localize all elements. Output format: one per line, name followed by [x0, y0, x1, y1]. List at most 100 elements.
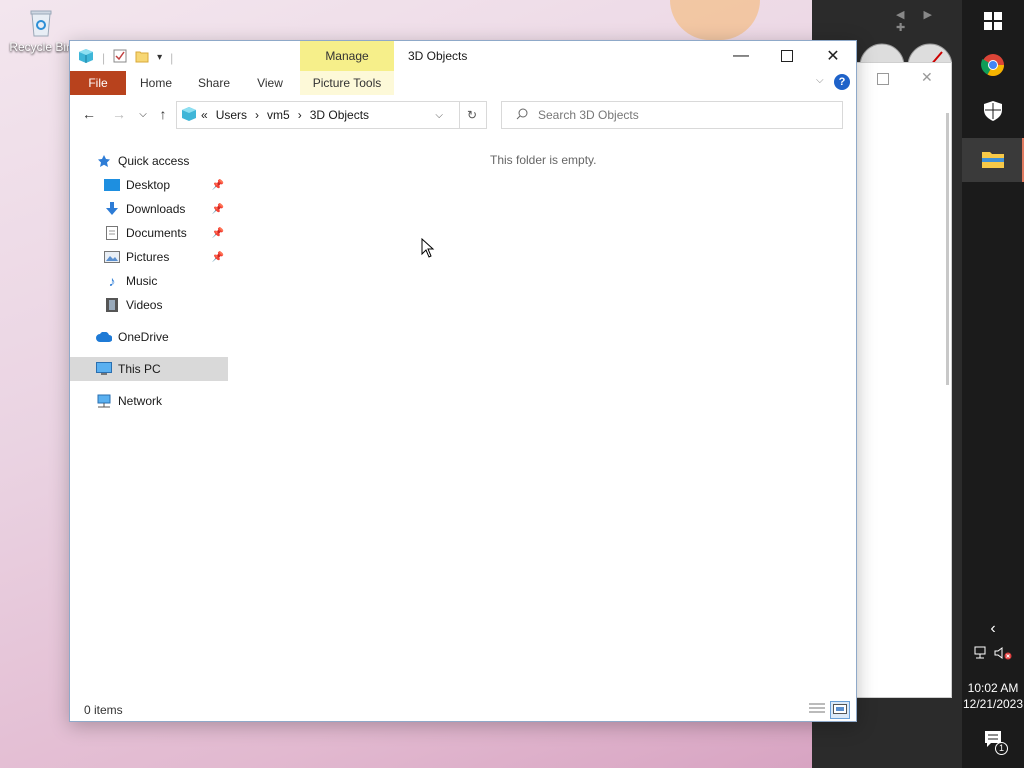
title-bar[interactable]: | ▾ | Manage 3D Objects — ✕: [70, 41, 856, 71]
refresh-icon: ↻: [466, 108, 478, 122]
shield-icon: [984, 100, 1002, 124]
expand-ribbon-icon[interactable]: ⌵: [816, 75, 824, 86]
volume-muted-icon[interactable]: [994, 647, 1012, 663]
large-icons-view-icon: [833, 703, 847, 717]
windows-logo-icon: [984, 11, 1002, 33]
maximize-icon[interactable]: [877, 73, 889, 85]
cloud-icon: [96, 330, 112, 344]
details-view-button[interactable]: [808, 701, 826, 717]
computer-icon: [96, 362, 112, 376]
refresh-button[interactable]: ↻: [458, 101, 487, 129]
network-status-icon[interactable]: [974, 646, 990, 663]
chrome-taskbar-button[interactable]: [962, 44, 1024, 88]
help-icon[interactable]: ?: [834, 74, 850, 90]
clock[interactable]: 10:02 AM 12/21/2023: [962, 680, 1024, 712]
sidebar-item-music[interactable]: ♪ Music: [70, 269, 228, 293]
maximize-icon: [781, 50, 793, 62]
chrome-icon: [981, 53, 1005, 80]
background-window[interactable]: ✕: [856, 62, 952, 698]
sidebar-label: This PC: [118, 362, 161, 376]
sidebar-item-downloads[interactable]: Downloads 📌: [70, 197, 228, 221]
security-taskbar-button[interactable]: [962, 90, 1024, 134]
search-placeholder: Search 3D Objects: [538, 108, 639, 122]
sidebar-item-desktop[interactable]: Desktop 📌: [70, 173, 228, 197]
sidebar-label: OneDrive: [118, 330, 169, 344]
sidebar-item-quick-access[interactable]: Quick access: [70, 149, 228, 173]
tab-file[interactable]: File: [70, 71, 126, 95]
navigation-pane: Quick access Desktop 📌 Downloads 📌 Docum…: [70, 149, 228, 413]
music-icon: ♪: [108, 273, 116, 289]
window-title: 3D Objects: [408, 49, 468, 63]
sidebar-item-pictures[interactable]: Pictures 📌: [70, 245, 228, 269]
network-icon: [96, 394, 112, 408]
navigation-bar: ← → ⌵ ↑ « Users › vm5 › 3D Objects ⌵ ↻ S…: [70, 99, 856, 131]
scrollbar[interactable]: [946, 113, 949, 385]
sidebar-item-this-pc[interactable]: This PC: [70, 357, 228, 381]
breadcrumb-separator[interactable]: ›: [298, 108, 302, 122]
close-icon: ✕: [826, 48, 840, 65]
desktop-icon: [104, 178, 120, 192]
large-icons-view-button[interactable]: [830, 701, 850, 719]
clock-date: 12/21/2023: [962, 697, 1024, 711]
sidebar-item-videos[interactable]: Videos: [70, 293, 228, 317]
recycle-bin-icon: [28, 8, 54, 38]
breadcrumb-users[interactable]: Users: [216, 108, 247, 122]
sidebar-item-documents[interactable]: Documents 📌: [70, 221, 228, 245]
ribbon-tabs: File Home Share View Picture Tools ⌵ ?: [70, 71, 856, 95]
download-icon: [104, 202, 120, 216]
address-bar[interactable]: « Users › vm5 › 3D Objects ⌵: [176, 101, 460, 129]
arrow-left-icon: ←: [82, 106, 96, 122]
background-app-nav: ◀ ▶ ✚: [896, 9, 940, 34]
new-folder-icon[interactable]: [135, 49, 149, 66]
forward-button[interactable]: →: [108, 103, 130, 125]
pin-icon[interactable]: 📌: [212, 204, 224, 215]
start-button[interactable]: [962, 0, 1024, 44]
maximize-button[interactable]: [764, 41, 810, 71]
pin-icon[interactable]: 📌: [212, 180, 224, 191]
back-button[interactable]: ←: [78, 103, 100, 125]
tab-view[interactable]: View: [246, 71, 294, 95]
notification-icon: 1: [984, 730, 1008, 755]
clock-time: 10:02 AM: [967, 681, 1019, 695]
show-hidden-icons-button[interactable]: ‹: [962, 620, 1024, 638]
pin-icon[interactable]: 📌: [212, 228, 224, 239]
sidebar-item-network[interactable]: Network: [70, 389, 228, 413]
action-center-button[interactable]: 1: [962, 730, 1024, 755]
address-overflow[interactable]: «: [201, 108, 208, 122]
minimize-button[interactable]: —: [718, 41, 764, 71]
address-dropdown-icon[interactable]: ⌵: [435, 110, 443, 121]
toolbar-divider: |: [170, 50, 174, 65]
sidebar-label: Downloads: [126, 202, 186, 216]
taskbar: ‹ 10:02 AM 12/21/2023 1: [962, 0, 1024, 768]
file-explorer-taskbar-button[interactable]: [962, 138, 1024, 182]
tab-manage[interactable]: Manage: [300, 41, 394, 71]
properties-icon[interactable]: [113, 49, 127, 66]
3d-objects-icon: [78, 48, 94, 67]
breadcrumb-vm5[interactable]: vm5: [267, 108, 290, 122]
close-button[interactable]: ✕: [810, 41, 856, 71]
item-count: 0 items: [84, 703, 123, 717]
up-button[interactable]: ↑: [152, 103, 174, 125]
tab-share[interactable]: Share: [190, 71, 238, 95]
recent-locations-button[interactable]: ⌵: [132, 103, 154, 125]
tab-home[interactable]: Home: [132, 71, 180, 95]
star-icon: [96, 154, 112, 168]
close-icon[interactable]: ✕: [921, 69, 933, 86]
3d-objects-icon: [181, 106, 197, 125]
pin-icon[interactable]: 📌: [212, 252, 224, 263]
arrow-up-icon: ↑: [159, 106, 167, 122]
search-box[interactable]: Search 3D Objects: [501, 101, 843, 129]
recycle-bin-desktop-icon[interactable]: Recycle Bin: [6, 8, 76, 54]
sidebar-label: Music: [126, 274, 158, 288]
status-bar: 0 items: [70, 699, 856, 721]
sidebar-label: Quick access: [118, 154, 190, 168]
sidebar-label: Pictures: [126, 250, 170, 264]
sidebar-item-onedrive[interactable]: OneDrive: [70, 325, 228, 349]
tab-picture-tools[interactable]: Picture Tools: [300, 71, 394, 95]
breadcrumb-separator[interactable]: ›: [255, 108, 259, 122]
breadcrumb-3d-objects[interactable]: 3D Objects: [310, 108, 369, 122]
wallpaper-accent: [670, 0, 760, 40]
customize-dropdown-icon[interactable]: ▾: [157, 52, 162, 63]
